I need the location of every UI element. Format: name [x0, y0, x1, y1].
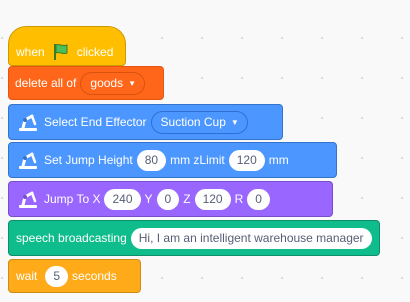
wait-seconds-input[interactable]: 5	[45, 265, 69, 287]
select-end-effector-block[interactable]: Select End Effector Suction Cup ▼	[8, 104, 283, 140]
wait-block[interactable]: wait 5 seconds	[8, 259, 141, 293]
jump-to-block[interactable]: Jump To X 240 Y 0 Z 120 R 0	[8, 181, 333, 217]
robot-arm-icon	[19, 152, 37, 169]
set-jump-height-block[interactable]: Set Jump Height 80 mm zLimit 120 mm	[8, 142, 337, 178]
robot-arm-icon	[19, 114, 37, 131]
z-label: Z	[183, 192, 191, 206]
clicked-label: clicked	[76, 45, 114, 59]
jump-to-x-label: Jump To X	[44, 192, 101, 206]
jump-height-input[interactable]: 80	[136, 149, 167, 171]
y-label: Y	[144, 192, 153, 206]
x-input[interactable]: 240	[104, 188, 141, 210]
wait-label: wait	[16, 269, 38, 283]
robot-arm-icon	[19, 191, 37, 208]
mm-unit-label: mm	[268, 153, 289, 167]
delete-all-label: delete all of	[15, 76, 77, 90]
list-dropdown[interactable]: goods ▼	[80, 71, 146, 95]
seconds-label: seconds	[72, 269, 117, 283]
when-label: when	[16, 45, 45, 59]
r-input[interactable]: 0	[247, 188, 270, 210]
set-jump-height-label: Set Jump Height	[44, 153, 133, 167]
y-input[interactable]: 0	[156, 188, 180, 210]
green-flag-icon	[53, 43, 68, 60]
when-flag-clicked-block[interactable]: when clicked	[8, 26, 126, 66]
r-label: R	[234, 192, 244, 206]
end-effector-dropdown[interactable]: Suction Cup ▼	[150, 110, 248, 134]
select-end-effector-label: Select End Effector	[44, 115, 147, 129]
speech-broadcasting-label: speech broadcasting	[16, 231, 127, 245]
z-input[interactable]: 120	[194, 188, 231, 210]
zlimit-input[interactable]: 120	[228, 149, 265, 171]
caret-down-icon: ▼	[128, 78, 137, 88]
speech-broadcasting-block[interactable]: speech broadcasting Hi, I am an intellig…	[8, 220, 380, 256]
list-dropdown-value: goods	[90, 76, 124, 90]
delete-all-block[interactable]: delete all of goods ▼	[8, 66, 164, 100]
zlimit-label: mm zLimit	[170, 153, 225, 167]
end-effector-value: Suction Cup	[160, 115, 226, 129]
caret-down-icon: ▼	[230, 117, 239, 127]
speech-text-input[interactable]: Hi, I am an intelligent warehouse manage…	[130, 227, 372, 249]
